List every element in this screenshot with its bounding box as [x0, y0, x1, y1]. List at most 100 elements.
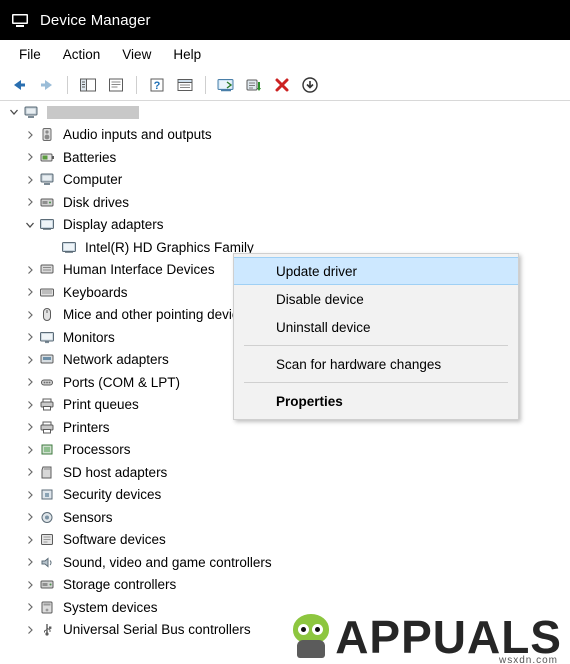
tree-node-storage-controllers[interactable]: Storage controllers	[0, 574, 570, 597]
tree-node-label: Intel(R) HD Graphics Family	[85, 239, 254, 255]
chevron-right-icon[interactable]	[22, 194, 38, 210]
ctx-update-driver[interactable]: Update driver	[234, 257, 518, 285]
forward-button[interactable]	[34, 73, 60, 97]
keyboard-icon	[38, 284, 55, 300]
tree-node-sound-video-game-controllers[interactable]: Sound, video and game controllers	[0, 551, 570, 574]
speaker-icon	[38, 127, 55, 143]
context-menu-separator-1	[244, 345, 508, 346]
chevron-right-icon[interactable]	[22, 352, 38, 368]
menu-file[interactable]: File	[8, 44, 52, 65]
tree-node-software-devices[interactable]: Software devices	[0, 529, 570, 552]
computer-icon	[22, 104, 39, 120]
toolbar-separator-3	[205, 76, 206, 94]
chevron-right-icon[interactable]	[22, 262, 38, 278]
ctx-item-label: Disable device	[276, 291, 364, 307]
chevron-right-icon[interactable]	[22, 487, 38, 503]
tree-node-label: Software devices	[63, 532, 166, 547]
tree-node-label: Processors	[63, 442, 131, 457]
tree-node-batteries[interactable]: Batteries	[0, 146, 570, 169]
network-adapter-icon	[38, 352, 55, 368]
device-manager-icon	[10, 10, 30, 30]
chevron-right-icon[interactable]	[22, 599, 38, 615]
tree-node-processors[interactable]: Processors	[0, 439, 570, 462]
mouse-icon	[38, 307, 55, 323]
show-hide-console-tree-button[interactable]	[75, 73, 101, 97]
tree-node-audio[interactable]: Audio inputs and outputs	[0, 124, 570, 147]
ctx-item-label: Uninstall device	[276, 319, 371, 335]
chevron-right-icon[interactable]	[22, 442, 38, 458]
help-button[interactable]: ?	[144, 73, 170, 97]
context-menu[interactable]: Update driver Disable device Uninstall d…	[233, 253, 519, 420]
tree-node-label: Universal Serial Bus controllers	[63, 622, 251, 637]
tree-node-sensors[interactable]: Sensors	[0, 506, 570, 529]
tree-node-label: Sound, video and game controllers	[63, 554, 272, 570]
ctx-properties[interactable]: Properties	[234, 387, 518, 415]
chevron-down-icon[interactable]	[6, 104, 22, 120]
security-device-icon	[38, 487, 55, 503]
port-icon	[38, 374, 55, 390]
menu-help[interactable]: Help	[162, 44, 212, 65]
chevron-right-icon[interactable]	[22, 577, 38, 593]
tree-node-display-adapters[interactable]: Display adapters	[0, 214, 570, 237]
view-details-button[interactable]	[172, 73, 198, 97]
system-device-icon	[38, 599, 55, 615]
chevron-down-icon[interactable]	[22, 217, 38, 233]
tree-node-disk-drives[interactable]: Disk drives	[0, 191, 570, 214]
chevron-right-icon[interactable]	[22, 622, 38, 638]
menu-view[interactable]: View	[111, 44, 162, 65]
menu-action[interactable]: Action	[52, 44, 112, 65]
chevron-right-icon[interactable]	[22, 419, 38, 435]
display-adapter-icon	[60, 239, 77, 255]
watermark-subtext: wsxdn.com	[498, 655, 558, 664]
tree-node-computer[interactable]: Computer	[0, 169, 570, 192]
tree-node-sd-host-adapters[interactable]: SD host adapters	[0, 461, 570, 484]
chevron-right-icon[interactable]	[22, 284, 38, 300]
svg-text:?: ?	[154, 80, 161, 92]
title-bar: Device Manager	[0, 0, 570, 40]
no-chevron-spacer	[44, 239, 60, 255]
chevron-right-icon[interactable]	[22, 127, 38, 143]
scan-hardware-changes-button[interactable]	[213, 73, 239, 97]
sound-controller-icon	[38, 554, 55, 570]
tree-node-label: Batteries	[63, 149, 117, 165]
tree-node-label: Human Interface Devices	[63, 262, 215, 277]
device-manager-window: Device Manager File Action View Help ? A…	[0, 0, 570, 664]
printer-icon	[38, 397, 55, 413]
processor-icon	[38, 442, 55, 458]
tree-node-security-devices[interactable]: Security devices	[0, 484, 570, 507]
back-button[interactable]	[6, 73, 32, 97]
ctx-disable-device[interactable]: Disable device	[234, 285, 518, 313]
ctx-uninstall-device[interactable]: Uninstall device	[234, 313, 518, 341]
storage-controller-icon	[38, 577, 55, 593]
tree-root-node[interactable]	[0, 101, 570, 124]
chevron-right-icon[interactable]	[22, 374, 38, 390]
monitor-icon	[38, 329, 55, 345]
chevron-right-icon[interactable]	[22, 554, 38, 570]
window-title: Device Manager	[40, 11, 151, 29]
tool-bar: ?	[0, 70, 570, 101]
chevron-right-icon[interactable]	[22, 509, 38, 525]
tree-node-label: Security devices	[63, 487, 162, 502]
ctx-item-label: Scan for hardware changes	[276, 356, 442, 372]
battery-icon	[38, 149, 55, 165]
properties-button[interactable]	[103, 73, 129, 97]
uninstall-device-button[interactable]	[269, 73, 295, 97]
ctx-scan-hardware-changes[interactable]: Scan for hardware changes	[234, 350, 518, 378]
usb-controller-icon	[38, 622, 55, 638]
chevron-right-icon[interactable]	[22, 464, 38, 480]
context-menu-separator-2	[244, 382, 508, 383]
disable-device-button[interactable]	[297, 73, 323, 97]
toolbar-separator-2	[136, 76, 137, 94]
update-driver-button[interactable]	[241, 73, 267, 97]
chevron-right-icon[interactable]	[22, 532, 38, 548]
watermark: APPUALS wsxdn.com	[289, 612, 562, 664]
tree-node-label: Ports (COM & LPT)	[63, 374, 181, 390]
tree-node-label: Printers	[63, 419, 110, 435]
chevron-right-icon[interactable]	[22, 307, 38, 323]
chevron-right-icon[interactable]	[22, 149, 38, 165]
chevron-right-icon[interactable]	[22, 329, 38, 345]
printer-icon	[38, 419, 55, 435]
chevron-right-icon[interactable]	[22, 172, 38, 188]
toolbar-separator-1	[67, 76, 68, 94]
chevron-right-icon[interactable]	[22, 397, 38, 413]
